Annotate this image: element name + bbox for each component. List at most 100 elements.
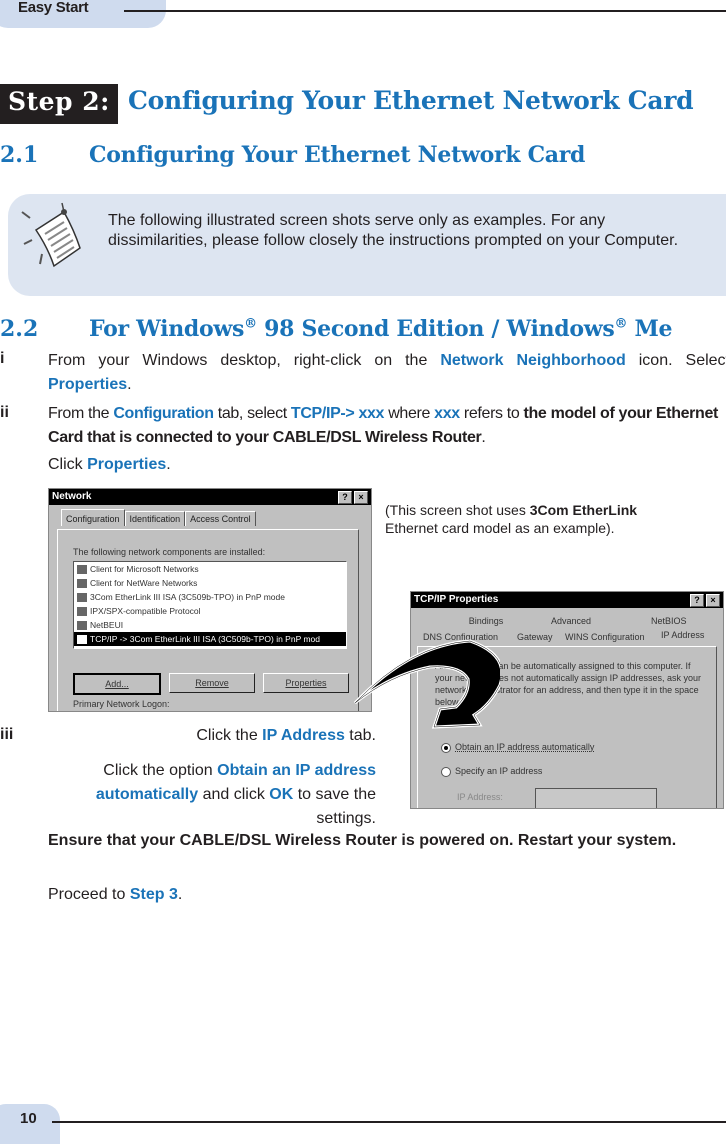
protocol-icon xyxy=(77,606,87,616)
add-button[interactable]: Add... xyxy=(73,673,161,695)
list-item-label: 3Com EtherLink III ISA (3C509b-TPO) in P… xyxy=(90,592,285,602)
list-item-label: Client for Microsoft Networks xyxy=(90,564,199,574)
step-i-text: From your Windows desktop, right-click o… xyxy=(48,349,726,397)
text: Click xyxy=(48,456,88,473)
remove-button[interactable]: Remove xyxy=(169,673,255,693)
screenshot-caption: (This screen shot uses 3Com EtherLink Et… xyxy=(385,501,685,537)
section-2-1-title: Configuring Your Ethernet Network Card xyxy=(89,142,586,168)
text: . xyxy=(166,456,171,473)
adapter-icon xyxy=(77,592,87,602)
title-part: 98 Second Edition / Windows xyxy=(256,316,615,342)
dialog-title: Network xyxy=(52,491,92,502)
ip-address-field[interactable] xyxy=(535,788,657,808)
tab-access-control[interactable]: Access Control xyxy=(185,511,256,526)
step-iii-text: Click the IP Address tab. xyxy=(48,724,376,748)
step-title: Configuring Your Ethernet Network Card xyxy=(128,86,694,115)
highlight-properties: Properties xyxy=(48,376,128,393)
step-ii-text: From the Configuration tab, select TCP/I… xyxy=(48,402,726,450)
list-item[interactable]: IPX/SPX-compatible Protocol xyxy=(74,604,346,618)
tcpip-dialog-titlebar: TCP/IP Properties ? × xyxy=(411,592,723,608)
list-item-label: Client for NetWare Networks xyxy=(90,578,198,588)
text: Proceed to xyxy=(48,886,130,903)
note-text: The following illustrated screen shots s… xyxy=(108,212,679,249)
registered-mark: ® xyxy=(244,316,257,332)
section-2-2-title: For Windows® 98 Second Edition / Windows… xyxy=(89,316,673,342)
section-2-2-number: 2.2 xyxy=(0,316,39,342)
list-item[interactable]: Client for NetWare Networks xyxy=(74,576,346,590)
text: From the xyxy=(48,405,114,422)
protocol-icon xyxy=(77,634,87,644)
step-iii-marker: iii xyxy=(0,726,14,743)
page-number: 10 xyxy=(20,1110,37,1127)
text: Click the option xyxy=(103,762,218,779)
header-rule xyxy=(124,10,726,12)
radio-icon[interactable] xyxy=(441,766,451,777)
tab-identification[interactable]: Identification xyxy=(124,511,186,526)
highlight-ok: OK xyxy=(269,786,294,803)
tab-ip-address[interactable]: IP Address xyxy=(661,630,705,640)
highlight-xxx: xxx xyxy=(434,405,460,422)
text: (This screen shot uses xyxy=(385,502,530,518)
close-icon[interactable]: × xyxy=(354,491,368,504)
text: From your Windows desktop, right-click o… xyxy=(48,352,441,369)
text: where xyxy=(384,405,435,422)
text: Click the xyxy=(196,727,263,744)
text: and click xyxy=(198,786,270,803)
bold-text: 3Com EtherLink xyxy=(529,502,638,518)
help-icon[interactable]: ? xyxy=(690,594,704,607)
list-item[interactable]: NetBEUI xyxy=(74,618,346,632)
text: icon. Select xyxy=(625,352,726,369)
footer-page-tab: 10 xyxy=(0,1104,60,1144)
text: . xyxy=(177,886,183,903)
dialog-title: TCP/IP Properties xyxy=(414,594,499,605)
closing-instruction: Ensure that your CABLE/DSL Wireless Rout… xyxy=(48,832,677,849)
section-2-1-number: 2.1 xyxy=(0,142,39,168)
option-specify[interactable]: Specify an IP address xyxy=(441,766,542,777)
tab-gateway[interactable]: Gateway xyxy=(517,632,553,642)
text: . xyxy=(127,376,132,393)
text: tab. xyxy=(344,727,376,744)
list-item-label: NetBEUI xyxy=(90,620,124,630)
title-part: For Windows xyxy=(89,316,245,342)
highlight-tcpip: TCP/IP-> xxx xyxy=(290,405,385,422)
tab-configuration[interactable]: Configuration xyxy=(61,509,125,526)
step-ii-marker: ii xyxy=(0,404,9,421)
tab-wins-configuration[interactable]: WINS Configuration xyxy=(565,632,645,642)
highlight-configuration: Configuration xyxy=(113,405,214,422)
components-list[interactable]: Client for Microsoft Networks Client for… xyxy=(73,561,347,649)
highlight-ip-address: IP Address xyxy=(262,727,345,744)
network-dialog-screenshot: Network ? × Configuration Identification … xyxy=(48,488,372,712)
network-dialog-titlebar: Network ? × xyxy=(49,489,371,505)
close-icon[interactable]: × xyxy=(706,594,720,607)
tab-netbios[interactable]: NetBIOS xyxy=(651,616,687,626)
list-item-selected[interactable]: TCP/IP -> 3Com EtherLink III ISA (3C509b… xyxy=(74,632,346,646)
footer-rule xyxy=(52,1121,726,1123)
highlight-properties: Properties xyxy=(87,456,167,473)
primary-logon-label: Primary Network Logon: xyxy=(73,699,170,709)
list-item-label: TCP/IP -> 3Com EtherLink III ISA (3C509b… xyxy=(90,634,320,644)
client-icon xyxy=(77,578,87,588)
link-step-3[interactable]: Step 3 xyxy=(130,886,178,903)
help-icon[interactable]: ? xyxy=(338,491,352,504)
list-item-label: IPX/SPX-compatible Protocol xyxy=(90,606,201,616)
properties-button[interactable]: Properties xyxy=(263,673,349,693)
proceed-text: Proceed to Step 3. xyxy=(48,883,182,907)
list-item[interactable]: 3Com EtherLink III ISA (3C509b-TPO) in P… xyxy=(74,590,346,604)
option-label: Specify an IP address xyxy=(455,766,543,776)
protocol-icon xyxy=(77,620,87,630)
highlight-network-neighborhood: Network Neighborhood xyxy=(440,352,626,369)
header-section-label: Easy Start xyxy=(18,0,89,16)
step-iii-option-text: Click the option Obtain an IP address au… xyxy=(48,759,376,831)
text: Ethernet card model as an example). xyxy=(385,520,615,536)
text: refers to xyxy=(459,405,524,422)
list-item[interactable]: Client for Microsoft Networks xyxy=(74,562,346,576)
network-dialog-tabs: Configuration Identification Access Cont… xyxy=(49,505,371,526)
step-label: Step 2: xyxy=(8,87,110,116)
header-section-tab: Easy Start xyxy=(0,0,166,28)
step-label-box: Step 2: xyxy=(0,84,118,124)
tab-advanced[interactable]: Advanced xyxy=(551,616,591,626)
title-part: Me xyxy=(627,316,673,342)
registered-mark: ® xyxy=(614,316,628,332)
step-ii-click: Click Properties. xyxy=(48,453,171,477)
text: . xyxy=(481,429,486,446)
